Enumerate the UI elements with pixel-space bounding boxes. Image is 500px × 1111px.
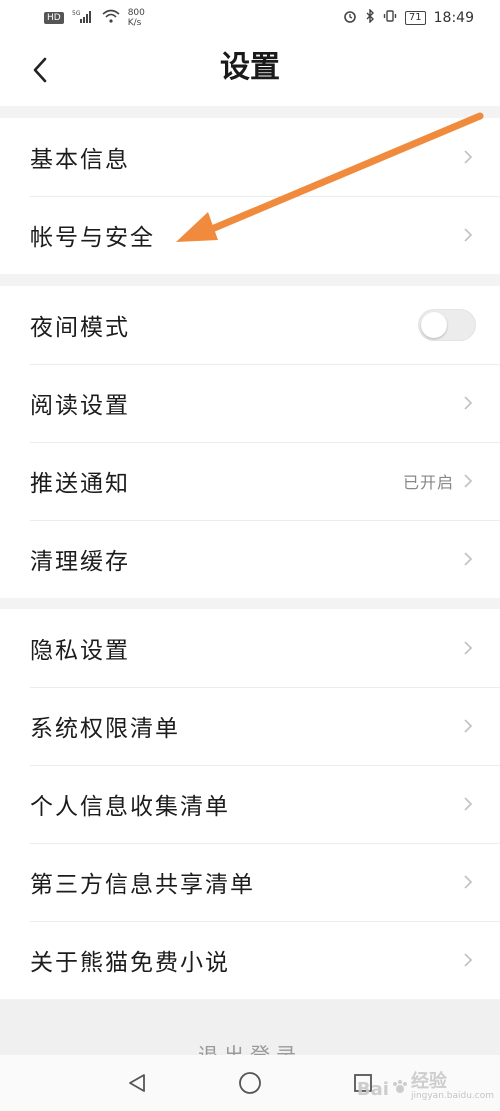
back-button[interactable]: [20, 48, 60, 92]
settings-group-general: 夜间模式 阅读设置 推送通知 已开启 清理缓存: [0, 286, 500, 598]
page-title: 设置: [220, 50, 280, 85]
chevron-right-icon: [464, 719, 473, 733]
settings-item-basic-info[interactable]: 基本信息: [0, 118, 500, 196]
settings-item-night-mode: 夜间模式: [0, 286, 500, 364]
bluetooth-icon: [365, 8, 375, 27]
settings-item-label: 清理缓存: [30, 549, 130, 575]
signal-icon: 5G: [72, 9, 94, 27]
status-bar: HD 5G 800 K/s 71 18:49: [0, 0, 500, 36]
speed-unit: K/s: [127, 18, 142, 28]
status-right: 71 18:49: [343, 8, 474, 27]
push-status-value: 已开启: [402, 473, 454, 492]
toggle-knob: [421, 312, 447, 338]
settings-item-label: 帐号与安全: [30, 225, 155, 251]
chevron-right-icon: [464, 150, 473, 164]
bottom-area: 退出登录: [0, 1000, 500, 1055]
settings-item-label: 关于熊猫免费小说: [30, 950, 230, 976]
settings-item-label: 推送通知: [30, 471, 130, 497]
nav-back-button[interactable]: [117, 1063, 157, 1103]
settings-item-third-party-list[interactable]: 第三方信息共享清单: [0, 843, 500, 921]
chevron-right-icon: [464, 953, 473, 967]
back-triangle-icon: [128, 1074, 145, 1092]
watermark-brand: Bai: [356, 1078, 389, 1100]
chevron-right-icon: [464, 875, 473, 889]
home-circle-icon: [239, 1072, 261, 1094]
settings-group-account: 基本信息 帐号与安全: [0, 118, 500, 274]
settings-item-label: 阅读设置: [30, 393, 130, 419]
settings-item-label: 隐私设置: [30, 638, 130, 664]
chevron-right-icon: [464, 797, 473, 811]
network-speed: 800 K/s: [128, 8, 145, 28]
settings-item-label: 个人信息收集清单: [30, 794, 230, 820]
alarm-icon: [343, 9, 357, 27]
settings-item-about[interactable]: 关于熊猫免费小说: [0, 921, 500, 999]
status-left: HD 5G 800 K/s: [44, 8, 145, 28]
settings-item-label: 夜间模式: [30, 315, 130, 341]
night-mode-toggle[interactable]: [418, 309, 476, 341]
watermark-sub: jingyan.baidu.com: [410, 1091, 494, 1101]
watermark-suffix: 经验: [410, 1071, 447, 1092]
settings-item-push-notification[interactable]: 推送通知 已开启: [0, 442, 500, 520]
settings-item-personal-info-list[interactable]: 个人信息收集清单: [0, 765, 500, 843]
paw-icon: [391, 1078, 409, 1101]
chevron-right-icon: [464, 641, 473, 655]
settings-group-privacy: 隐私设置 系统权限清单 个人信息收集清单 第三方信息共享清单 关于熊猫免费小说: [0, 609, 500, 999]
settings-item-label: 第三方信息共享清单: [30, 872, 255, 898]
wifi-icon: [102, 9, 120, 27]
settings-item-clear-cache[interactable]: 清理缓存: [0, 520, 500, 598]
chevron-right-icon: [464, 396, 473, 410]
settings-item-account-security[interactable]: 帐号与安全: [0, 196, 500, 274]
chevron-right-icon: [464, 552, 473, 566]
chevron-left-icon: [33, 57, 47, 83]
speed-value: 800: [127, 8, 145, 18]
chevron-right-icon: [464, 474, 473, 488]
hd-badge: HD: [44, 12, 64, 24]
settings-item-label: 基本信息: [30, 147, 130, 173]
battery-icon: 71: [404, 11, 426, 25]
settings-item-privacy[interactable]: 隐私设置: [0, 609, 500, 687]
network-label: 5G: [72, 10, 81, 17]
chevron-right-icon: [464, 228, 473, 242]
logout-button[interactable]: 退出登录: [0, 1044, 500, 1055]
settings-item-reading[interactable]: 阅读设置: [0, 364, 500, 442]
settings-item-permissions-list[interactable]: 系统权限清单: [0, 687, 500, 765]
vibrate-icon: [383, 9, 397, 27]
app-header: 设置: [0, 36, 500, 106]
clock-time: 18:49: [433, 10, 474, 26]
nav-home-button[interactable]: [230, 1063, 270, 1103]
watermark: Bai 经验 jingyan.baidu.com: [356, 1071, 494, 1103]
settings-item-label: 系统权限清单: [30, 716, 180, 742]
